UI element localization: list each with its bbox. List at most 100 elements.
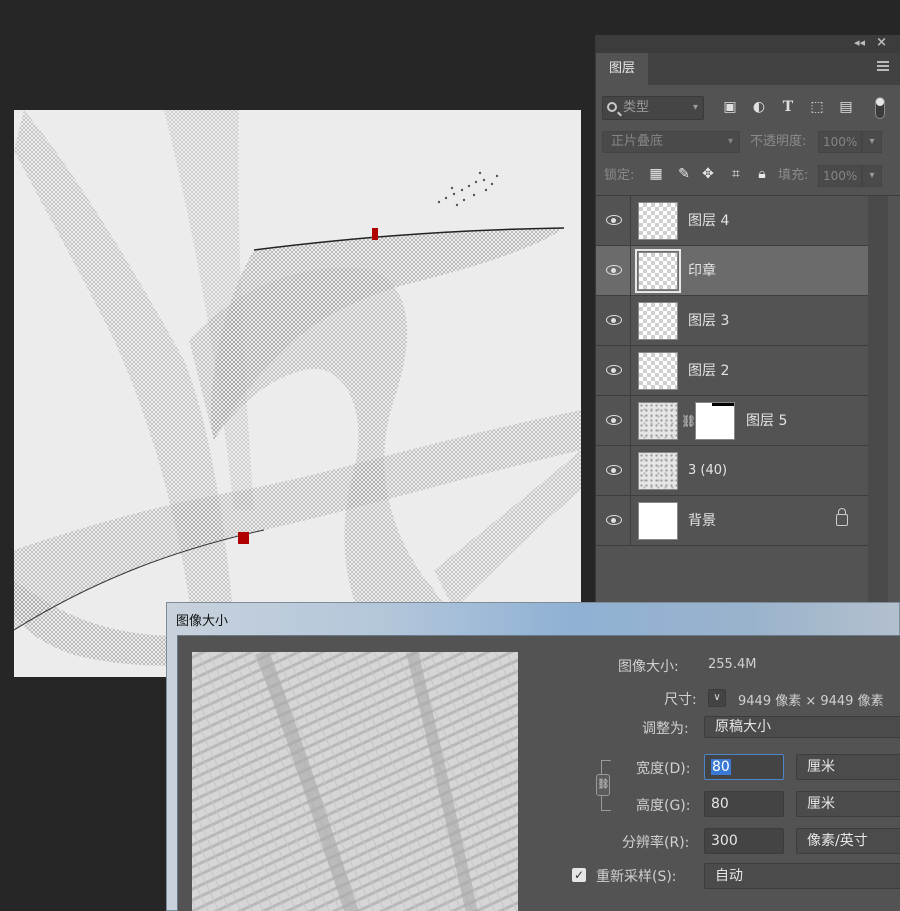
layer-name[interactable]: 印章 [688,246,716,296]
opacity-dropdown-icon[interactable]: ▾ [862,131,882,153]
resolution-unit-select[interactable]: 像素/英寸 [796,828,900,854]
resolution-label: 分辨率(R): [622,835,690,851]
seal-stamp [238,532,249,544]
layer-thumbnail[interactable] [635,249,681,293]
visibility-eye-icon[interactable] [606,265,622,275]
lock-all-icon[interactable]: 🔒︎ [754,166,770,182]
dimensions-value: 9449 像素 × 9449 像素 [738,694,884,709]
dimensions-chevron-icon[interactable]: ∨ [708,689,726,707]
fit-to-select[interactable]: 原稿大小 [704,716,900,738]
layers-panel: ◂◂ × 图层 类型 ▾ ▣ ◐ T ⬚ ▤ 正片叠底 ▾ 不透明度: 100%… [595,35,900,656]
panel-topbar: ◂◂ × [596,35,900,53]
layer-thumbnail[interactable] [638,202,678,240]
opacity-label: 不透明度: [750,134,807,149]
resample-checkbox[interactable]: ✓ [572,868,586,882]
blend-row: 正片叠底 ▾ 不透明度: 100% ▾ [596,129,900,155]
close-panel-icon[interactable]: × [876,35,887,50]
fill-dropdown-icon[interactable]: ▾ [862,165,882,187]
constrain-proportions-link-icon[interactable]: ⛓ [596,774,610,796]
pixel-layer-filter-icon[interactable]: ▣ [722,99,738,115]
preview-mesh-image [192,652,518,911]
height-unit-value: 厘米 [807,796,835,812]
lock-position-icon[interactable]: ✥ [700,166,716,182]
layer-filter-row: 类型 ▾ ▣ ◐ T ⬚ ▤ [596,93,900,123]
seal-stamp-small [372,228,378,240]
resample-method-value: 自动 [715,868,743,884]
birds-flock [437,171,499,207]
width-value: 80 [711,759,731,775]
visibility-eye-icon[interactable] [606,465,622,475]
layer-row[interactable]: 图层 3 [596,296,868,346]
image-size-value: 255.4M [708,657,757,672]
layer-name[interactable]: 背景 [688,496,716,546]
layer-row[interactable]: 背景 [596,496,868,546]
visibility-eye-icon[interactable] [606,515,622,525]
chevron-down-icon: ▾ [727,136,733,147]
layer-row[interactable]: ⛓ 图层 5 [596,396,868,446]
tab-layers[interactable]: 图层 [596,53,648,85]
blend-mode-value: 正片叠底 [611,134,664,149]
dialog-title: 图像大小 [176,614,229,629]
link-bracket-bottom [601,810,611,811]
height-unit-select[interactable]: 厘米 [796,791,900,817]
lock-label: 锁定: [604,168,635,183]
layer-list-scrollbar[interactable] [868,196,888,656]
width-label: 宽度(D): [636,761,691,777]
filter-type-label: 类型 [623,100,650,115]
width-input[interactable]: 80 [704,754,784,780]
opacity-input[interactable]: 100% [818,131,862,153]
resample-method-select[interactable]: 自动 [704,863,900,889]
lock-artboard-icon[interactable]: ⌗ [728,166,744,182]
layer-row[interactable]: 图层 4 [596,196,868,246]
link-bracket-bottom-v [601,796,602,810]
layer-row[interactable]: 3 (40) [596,446,868,496]
width-unit-select[interactable]: 厘米 [796,754,900,780]
search-icon [607,102,617,112]
blend-mode-select[interactable]: 正片叠底 ▾ [602,131,740,153]
resolution-input[interactable]: 300 [704,828,784,854]
layer-thumbnail[interactable] [638,502,678,540]
width-unit-value: 厘米 [807,759,835,775]
fit-to-value: 原稿大小 [715,719,771,735]
layer-row[interactable]: 图层 2 [596,346,868,396]
mask-link-icon[interactable]: ⛓ [681,413,696,429]
layer-thumbnail[interactable] [638,452,678,490]
adjustment-layer-filter-icon[interactable]: ◐ [751,99,767,115]
layer-name[interactable]: 图层 4 [688,196,729,246]
image-preview[interactable] [192,652,518,911]
fill-label: 填充: [778,168,809,183]
visibility-eye-icon[interactable] [606,315,622,325]
layer-list: 图层 4 印章 图层 3 图层 2 ⛓ 图层 5 3 (40) 背景 [596,195,900,656]
layer-thumbnail[interactable] [638,302,678,340]
visibility-eye-icon[interactable] [606,365,622,375]
link-bracket-top [601,760,611,761]
layer-name[interactable]: 图层 3 [688,296,729,346]
layer-name[interactable]: 3 (40) [688,446,727,496]
layer-filter-select[interactable]: 类型 ▾ [602,96,704,120]
visibility-eye-icon[interactable] [606,215,622,225]
type-layer-filter-icon[interactable]: T [780,99,796,115]
layer-thumbnail[interactable] [638,352,678,390]
layer-name[interactable]: 图层 2 [688,346,729,396]
link-bracket-top-v [601,760,602,774]
layer-row[interactable]: 印章 [596,246,868,296]
layer-lock-icon [836,508,848,526]
resolution-unit-value: 像素/英寸 [807,833,868,849]
image-size-dialog: 图像大小 图像大小: 255.4M 尺寸: ∨ 9449 像素 × 9449 像… [166,602,900,911]
panel-menu-icon[interactable] [877,61,889,73]
smart-object-filter-icon[interactable]: ▤ [838,99,854,115]
layer-thumbnail[interactable] [638,402,678,440]
height-input[interactable]: 80 [704,791,784,817]
image-size-label: 图像大小: [618,659,679,675]
layer-name[interactable]: 图层 5 [746,396,787,446]
lock-transparent-pixels-icon[interactable]: ▦ [648,166,664,182]
visibility-eye-icon[interactable] [606,415,622,425]
height-label: 高度(G): [636,798,691,814]
lock-image-pixels-icon[interactable]: ✎ [676,166,692,182]
filter-toggle-switch[interactable] [875,97,885,119]
collapse-panel-icon[interactable]: ◂◂ [854,36,865,49]
document-canvas[interactable] [14,110,581,677]
shape-layer-filter-icon[interactable]: ⬚ [809,99,825,115]
fill-input[interactable]: 100% [818,165,862,187]
layer-mask-thumbnail[interactable] [695,402,735,440]
